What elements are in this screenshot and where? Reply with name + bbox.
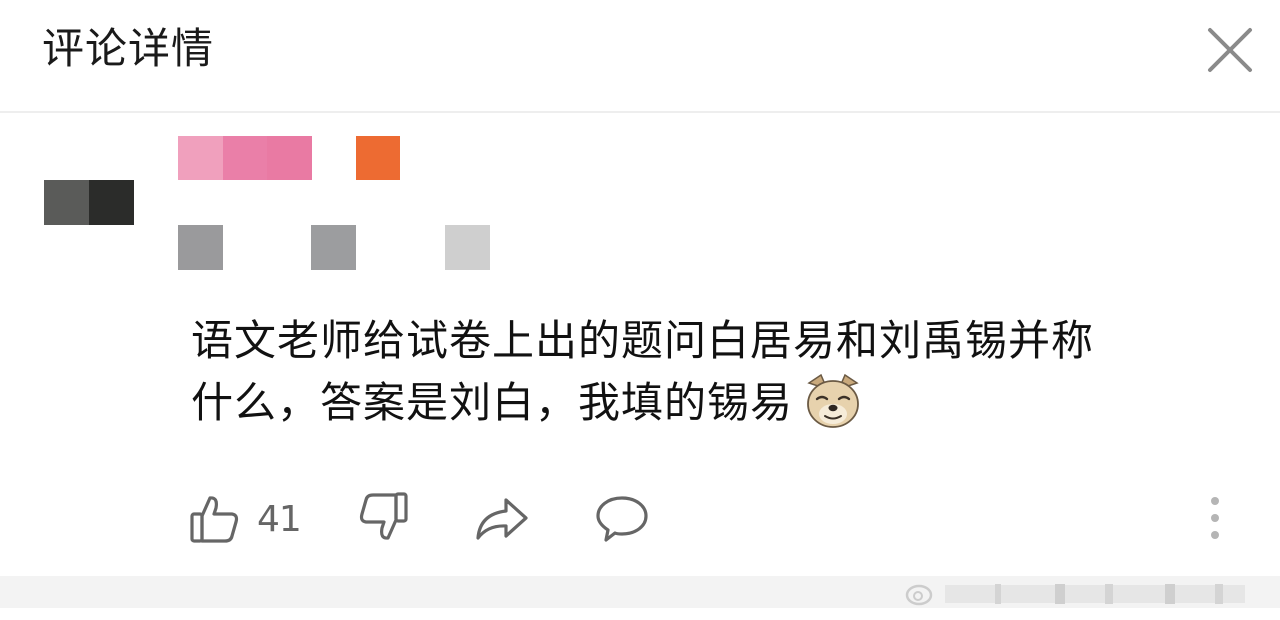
username-pixel xyxy=(223,136,268,180)
close-icon xyxy=(1208,28,1252,72)
comment-actions: 41 xyxy=(0,486,1280,550)
page-title: 评论详情 xyxy=(42,24,215,73)
close-button[interactable] xyxy=(1200,20,1260,80)
like-button[interactable]: 41 xyxy=(188,486,308,550)
thumbs-up-icon xyxy=(190,496,239,543)
meta-pixel xyxy=(445,225,490,270)
share-arrow-icon xyxy=(476,498,528,540)
reply-button[interactable] xyxy=(590,486,654,550)
more-vertical-icon xyxy=(1211,497,1219,539)
avatar-pixel xyxy=(89,180,134,225)
comment-line: 语文老师给试卷上出的题问白居易和刘禹锡并称 xyxy=(191,316,1095,365)
header-divider xyxy=(0,111,1280,113)
meta-pixel xyxy=(311,225,356,270)
meta-pixel xyxy=(178,225,223,270)
username-pixel xyxy=(178,136,223,180)
username-censored[interactable] xyxy=(178,136,312,180)
avatar-pixel xyxy=(44,180,89,225)
header: 评论详情 xyxy=(0,0,1280,110)
comment-line: 什么，答案是刘白，我填的锡易 xyxy=(191,371,1241,433)
thumbs-down-icon xyxy=(359,492,408,540)
comment-bubble-icon xyxy=(596,496,648,542)
dislike-button[interactable] xyxy=(352,486,416,550)
watermark-censored xyxy=(905,578,1265,608)
comment-text: 语文老师给试卷上出的题问白居易和刘禹锡并称 什么，答案是刘白，我填的锡易 xyxy=(191,310,1241,433)
share-button[interactable] xyxy=(470,486,534,550)
username-pixel xyxy=(267,136,312,180)
like-count: 41 xyxy=(257,499,302,540)
comment-meta-censored xyxy=(178,225,490,270)
user-badge xyxy=(356,136,400,180)
more-button[interactable] xyxy=(1198,486,1232,550)
comment-line-text: 什么，答案是刘白，我填的锡易 xyxy=(191,378,794,427)
avatar[interactable] xyxy=(44,180,134,225)
doge-dog-emoji-icon xyxy=(803,371,863,431)
